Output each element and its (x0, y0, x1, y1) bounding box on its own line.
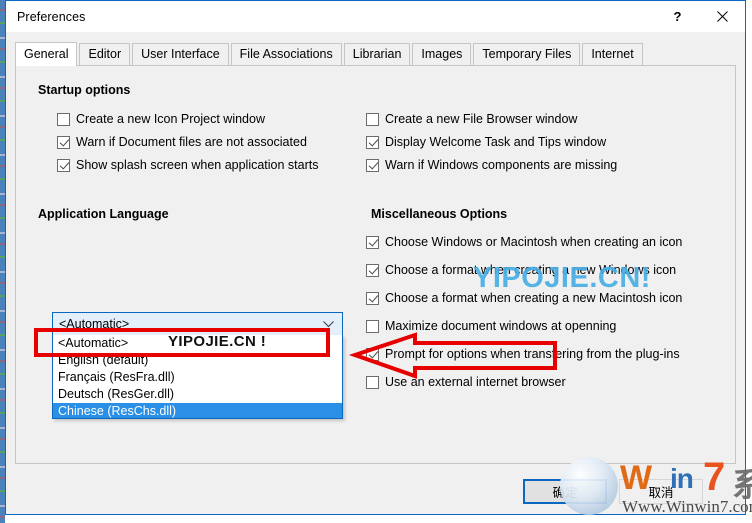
dialog-button-row: 确定 取消 (6, 479, 745, 504)
tab-general[interactable]: General (15, 42, 78, 66)
tab-bar[interactable]: General Editor User Interface File Associat… (15, 42, 745, 66)
title-bar: Preferences ? (6, 1, 745, 32)
checkbox-label: Warn if Windows components are missing (385, 158, 618, 172)
page-title: Preferences (17, 9, 86, 24)
checkbox-label: Display Welcome Task and Tips window (385, 135, 607, 149)
checkbox-label: Choose a format when creating a new Wind… (385, 263, 677, 277)
tab-user-interface[interactable]: User Interface (132, 43, 229, 65)
tab-temporary-files[interactable]: Temporary Files (473, 43, 581, 65)
checkbox-row[interactable]: Maximize document windows at openning (366, 319, 616, 333)
checkbox-label: Choose Windows or Macintosh when creatin… (385, 235, 683, 249)
miscellaneous-options-title: Miscellaneous Options (371, 207, 508, 221)
checkbox-row[interactable]: Choose Windows or Macintosh when creatin… (366, 235, 682, 249)
tab-editor[interactable]: Editor (79, 43, 131, 65)
cancel-button[interactable]: 取消 (619, 479, 703, 504)
checkbox-label: Prompt for options when transfering from… (385, 347, 680, 361)
checkbox-row[interactable]: Prompt for options when transfering from… (366, 347, 680, 361)
checkbox-row[interactable]: Create a new File Browser window (366, 112, 577, 126)
dropdown-option[interactable]: Chinese (ResChs.dll) (53, 403, 342, 418)
checkbox-checked-icon[interactable] (57, 158, 70, 172)
checkbox-row[interactable]: Warn if Document files are not associate… (57, 135, 307, 149)
checkbox-label: Warn if Document files are not associate… (76, 135, 307, 149)
checkbox-checked-icon[interactable] (366, 291, 379, 305)
ok-button[interactable]: 确定 (523, 479, 607, 504)
application-language-value: <Automatic> (59, 317, 130, 331)
checkbox-label: Show splash screen when application star… (76, 158, 319, 172)
close-icon (717, 11, 728, 22)
checkbox-label: Maximize document windows at openning (385, 319, 617, 333)
tab-file-associations[interactable]: File Associations (230, 43, 342, 65)
tab-images[interactable]: Images (412, 43, 472, 65)
application-language-combobox[interactable]: <Automatic> (52, 312, 343, 336)
preferences-dialog: Preferences ? General Editor User Interfac… (5, 0, 746, 515)
dropdown-option[interactable]: Français (ResFra.dll) (53, 369, 342, 386)
checkbox-unchecked-icon[interactable] (366, 112, 379, 126)
application-language-title: Application Language (38, 207, 169, 221)
checkbox-label: Use an external internet browser (385, 375, 566, 389)
checkbox-checked-icon[interactable] (366, 263, 379, 277)
checkbox-unchecked-icon[interactable] (366, 319, 379, 333)
checkbox-label: Choose a format when creating a new Maci… (385, 291, 683, 305)
checkbox-row[interactable]: Choose a format when creating a new Wind… (366, 263, 676, 277)
title-bar-buttons: ? (655, 1, 745, 32)
checkbox-row[interactable]: Display Welcome Task and Tips window (366, 135, 606, 149)
startup-options-title: Startup options (38, 83, 131, 97)
checkbox-unchecked-icon[interactable] (366, 375, 379, 389)
tab-librarian[interactable]: Librarian (343, 43, 411, 65)
checkbox-row[interactable]: Create a new Icon Project window (57, 112, 265, 126)
tab-internet[interactable]: Internet (582, 43, 643, 65)
checkbox-checked-icon[interactable] (366, 158, 379, 172)
chevron-down-icon (323, 313, 334, 335)
dropdown-option[interactable]: English (default) (53, 352, 342, 369)
checkbox-row[interactable]: Choose a format when creating a new Maci… (366, 291, 682, 305)
checkbox-checked-icon[interactable] (57, 135, 70, 149)
checkbox-checked-icon[interactable] (366, 235, 379, 249)
dropdown-option[interactable]: Deutsch (ResGer.dll) (53, 386, 342, 403)
general-tab-panel: Startup options Create a new Icon Projec… (15, 65, 736, 464)
checkbox-row[interactable]: Show splash screen when application star… (57, 158, 319, 172)
checkbox-label: Create a new File Browser window (385, 112, 578, 126)
checkbox-row[interactable]: Warn if Windows components are missing (366, 158, 617, 172)
checkbox-label: Create a new Icon Project window (76, 112, 265, 126)
desktop-background: Preferences ? General Editor User Interfac… (0, 0, 752, 523)
checkbox-checked-icon[interactable] (366, 135, 379, 149)
close-button[interactable] (700, 1, 745, 32)
checkbox-unchecked-icon[interactable] (57, 112, 70, 126)
help-button[interactable]: ? (655, 1, 700, 32)
checkbox-checked-icon[interactable] (366, 347, 379, 361)
dropdown-option[interactable]: <Automatic> (53, 335, 342, 352)
application-language-dropdown-list[interactable]: <Automatic> English (default) Français (Re… (52, 335, 343, 419)
checkbox-row[interactable]: Use an external internet browser (366, 375, 566, 389)
